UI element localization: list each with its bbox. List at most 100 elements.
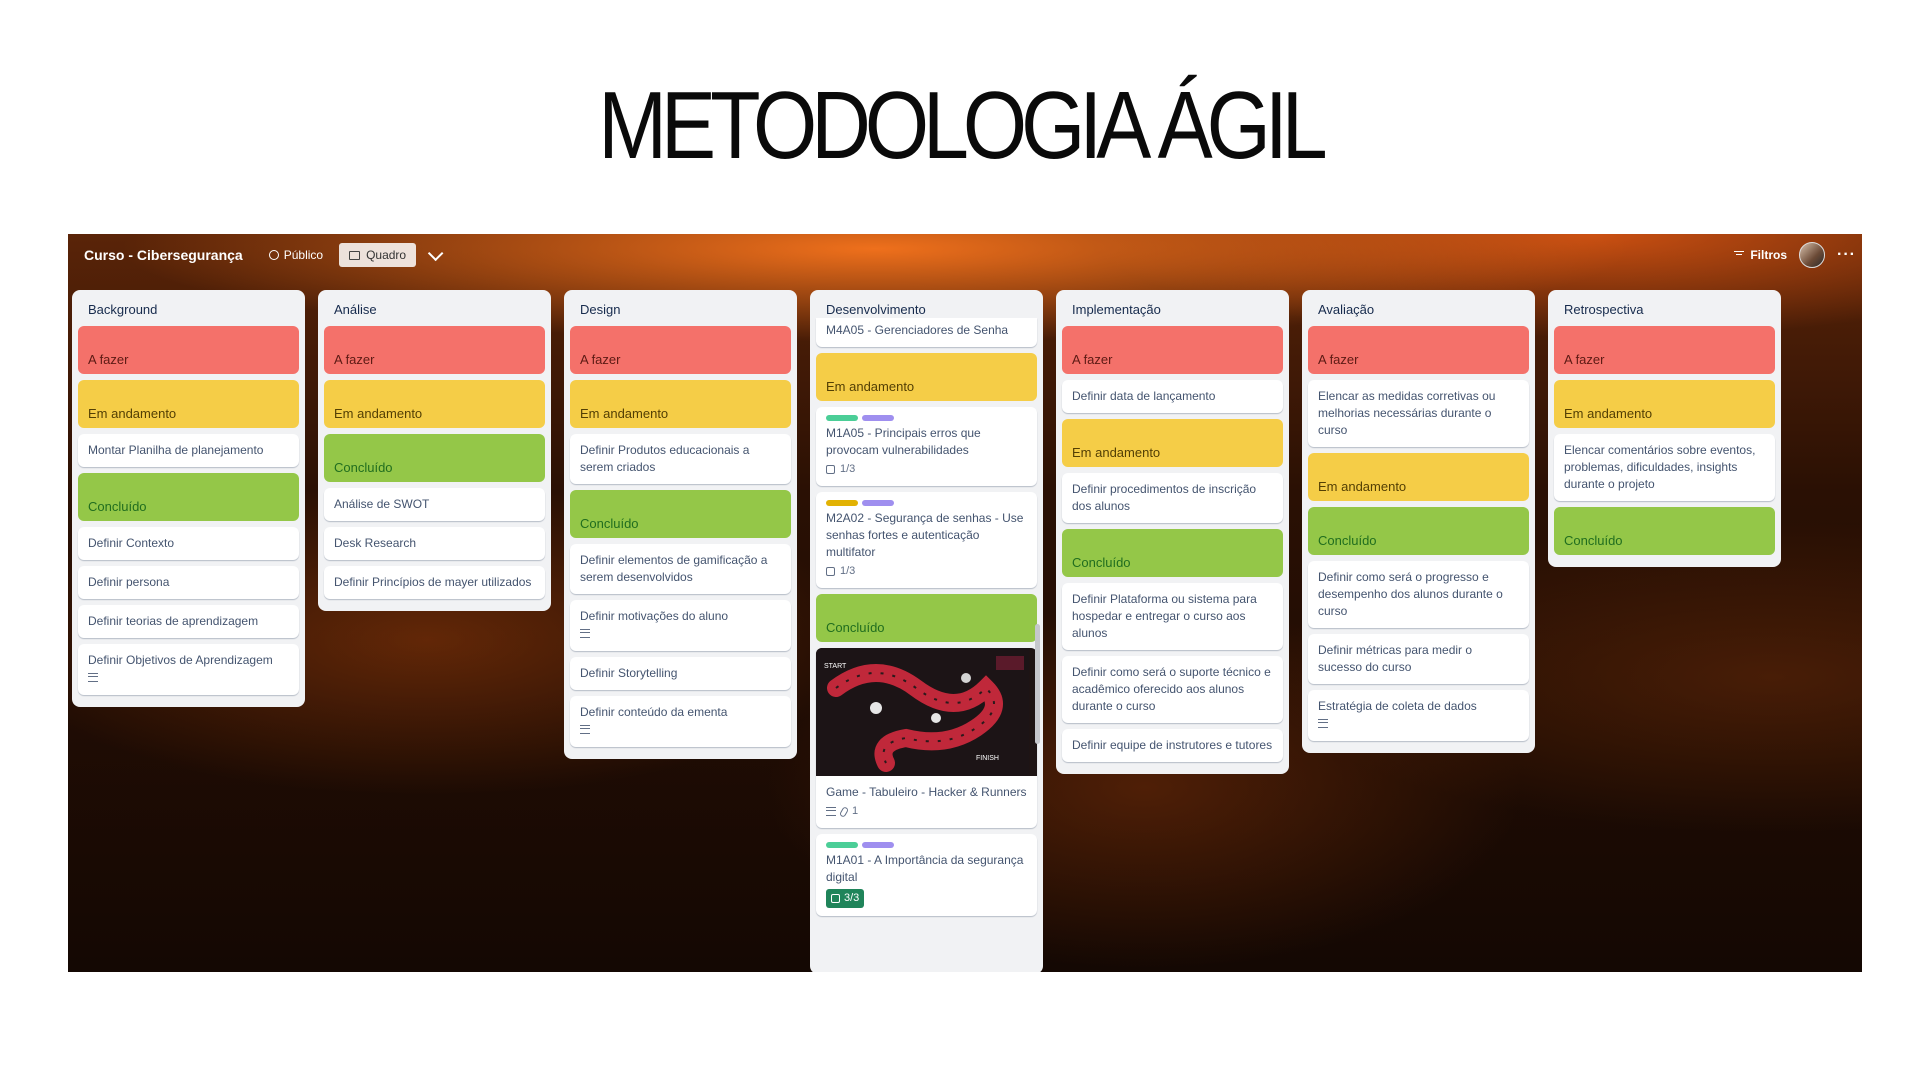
card-todo[interactable]: A fazer (78, 326, 299, 374)
list-item[interactable]: M1A01 - A Importância da segurança digit… (816, 834, 1037, 916)
list-item[interactable]: Definir como será o progresso e desempen… (1308, 561, 1529, 628)
label-green[interactable] (826, 415, 858, 421)
slide-title: METODOLOGIA ÁGIL (598, 72, 1327, 179)
visibility-label: Público (283, 248, 324, 262)
list-title[interactable]: Avaliação (1308, 290, 1529, 326)
list-item[interactable]: Definir teorias de aprendizagem (78, 605, 299, 638)
list-item[interactable]: Definir como será o suporte técnico e ac… (1062, 656, 1283, 723)
list-item[interactable]: Definir data de lançamento (1062, 380, 1283, 413)
more-menu-button[interactable]: ··· (1837, 246, 1856, 264)
card-title: Concluído (1318, 533, 1377, 548)
list-item[interactable]: Definir equipe de instrutores e tutores (1062, 729, 1283, 762)
list-title[interactable]: Design (570, 290, 791, 326)
card-text: M1A05 - Principais erros que provocam vu… (826, 426, 981, 457)
avatar[interactable] (1799, 242, 1826, 268)
description-icon (580, 725, 590, 734)
card-doing[interactable]: Em andamento (1308, 453, 1529, 501)
card-todo[interactable]: A fazer (1062, 326, 1283, 374)
card-done[interactable]: Concluído (1308, 507, 1529, 555)
card-doing[interactable]: Em andamento (78, 380, 299, 428)
list-item[interactable]: Definir persona (78, 566, 299, 599)
checklist-count: 1/3 (840, 565, 856, 577)
card-doing[interactable]: Em andamento (1062, 419, 1283, 467)
list-item[interactable]: Definir Plataforma ou sistema para hospe… (1062, 583, 1283, 650)
description-icon (580, 629, 590, 638)
card-text: Estratégia de coleta de dados (1318, 699, 1477, 713)
cover-finish-label: FINISH (976, 755, 999, 762)
list-item[interactable]: Definir métricas para medir o sucesso do… (1308, 634, 1529, 684)
card-text: M1A01 - A Importância da segurança digit… (826, 853, 1024, 884)
list-item[interactable]: Montar Planilha de planejamento (78, 434, 299, 467)
chevron-down-icon[interactable] (427, 245, 444, 261)
filter-button[interactable]: Filtros (1734, 248, 1787, 262)
label-purple[interactable] (862, 415, 894, 421)
card-title: A fazer (580, 352, 621, 367)
list-item[interactable]: M1A05 - Principais erros que provocam vu… (816, 407, 1037, 486)
card-doing[interactable]: Em andamento (1554, 380, 1775, 428)
list-item[interactable]: Estratégia de coleta de dados (1308, 690, 1529, 741)
list-item[interactable]: M4A05 - Gerenciadores de Senha (816, 318, 1037, 347)
label-green[interactable] (826, 842, 858, 848)
card-todo[interactable]: A fazer (324, 326, 545, 374)
card-done[interactable]: Concluído (1062, 529, 1283, 577)
list-item[interactable]: Elencar as medidas corretivas ou melhori… (1308, 380, 1529, 447)
list-scrollbar[interactable] (1035, 324, 1040, 964)
card-done[interactable]: Concluído (78, 473, 299, 521)
list-title[interactable]: Retrospectiva (1554, 290, 1775, 326)
list-implementacao: Implementação A fazer Definir data de la… (1056, 290, 1289, 774)
globe-icon (268, 250, 279, 260)
checklist-icon (826, 567, 835, 576)
list-item[interactable]: Definir elementos de gamificação a serem… (570, 544, 791, 594)
card-todo[interactable]: A fazer (570, 326, 791, 374)
card-text: Definir conteúdo da ementa (580, 705, 728, 719)
list-item[interactable]: Definir Storytelling (570, 657, 791, 690)
list-item[interactable]: Elencar comentários sobre eventos, probl… (1554, 434, 1775, 501)
card-title: A fazer (88, 352, 129, 367)
card-doing[interactable]: Em andamento (324, 380, 545, 428)
list-background: Background A fazer Em andamento Montar P… (72, 290, 305, 707)
board-view-label: Quadro (366, 248, 407, 262)
label-purple[interactable] (862, 500, 894, 506)
card-badges: 1 (826, 803, 1027, 820)
filter-label: Filtros (1750, 248, 1788, 262)
scroll-thumb[interactable] (1035, 624, 1040, 744)
list-item[interactable]: Definir procedimentos de inscrição dos a… (1062, 473, 1283, 523)
card-todo[interactable]: A fazer (1308, 326, 1529, 374)
list-item[interactable]: M2A02 - Segurança de senhas - Use senhas… (816, 492, 1037, 588)
visibility-button[interactable]: Público (268, 248, 324, 262)
label-yellow[interactable] (826, 500, 858, 506)
card-done[interactable]: Concluído (1554, 507, 1775, 555)
card-done[interactable]: Concluído (816, 594, 1037, 642)
list-title[interactable]: Background (78, 290, 299, 326)
list-item[interactable]: Definir motivações do aluno (570, 600, 791, 651)
checklist-count: 1/3 (840, 463, 856, 475)
card-done[interactable]: Concluído (570, 490, 791, 538)
card-doing[interactable]: Em andamento (570, 380, 791, 428)
list-item[interactable]: Definir Produtos educacionais a serem cr… (570, 434, 791, 484)
kanban-board: Curso - Cibersegurança Público Quadro Fi… (68, 234, 1862, 972)
cover-start-label: START (824, 663, 847, 670)
checklist-icon (826, 465, 835, 474)
list-item[interactable]: Definir Objetivos de Aprendizagem (78, 644, 299, 695)
card-title: Em andamento (826, 379, 915, 394)
board-view-button[interactable]: Quadro (339, 243, 417, 267)
list-title[interactable]: Análise (324, 290, 545, 326)
checklist-count: 3/3 (844, 892, 860, 904)
board-name[interactable]: Curso - Cibersegurança (84, 247, 243, 263)
card-done[interactable]: Concluído (324, 434, 545, 482)
list-title[interactable]: Implementação (1062, 290, 1283, 326)
label-purple[interactable] (862, 842, 894, 848)
list-item[interactable]: START FINISH Game - Tabuleiro - Hacker &… (816, 648, 1037, 828)
card-title: Concluído (826, 620, 885, 635)
card-doing[interactable]: Em andamento (816, 353, 1037, 401)
list-item[interactable]: Análise de SWOT (324, 488, 545, 521)
list-item[interactable]: Definir Princípios de mayer utilizados (324, 566, 545, 599)
card-labels (826, 500, 1027, 506)
list-item[interactable]: Desk Research (324, 527, 545, 560)
list-item[interactable]: Definir conteúdo da ementa (570, 696, 791, 747)
card-todo[interactable]: A fazer (1554, 326, 1775, 374)
card-title: Concluído (1564, 533, 1623, 548)
checklist-badge: 1/3 (826, 563, 1027, 580)
list-item[interactable]: Definir Contexto (78, 527, 299, 560)
card-labels (826, 842, 1027, 848)
